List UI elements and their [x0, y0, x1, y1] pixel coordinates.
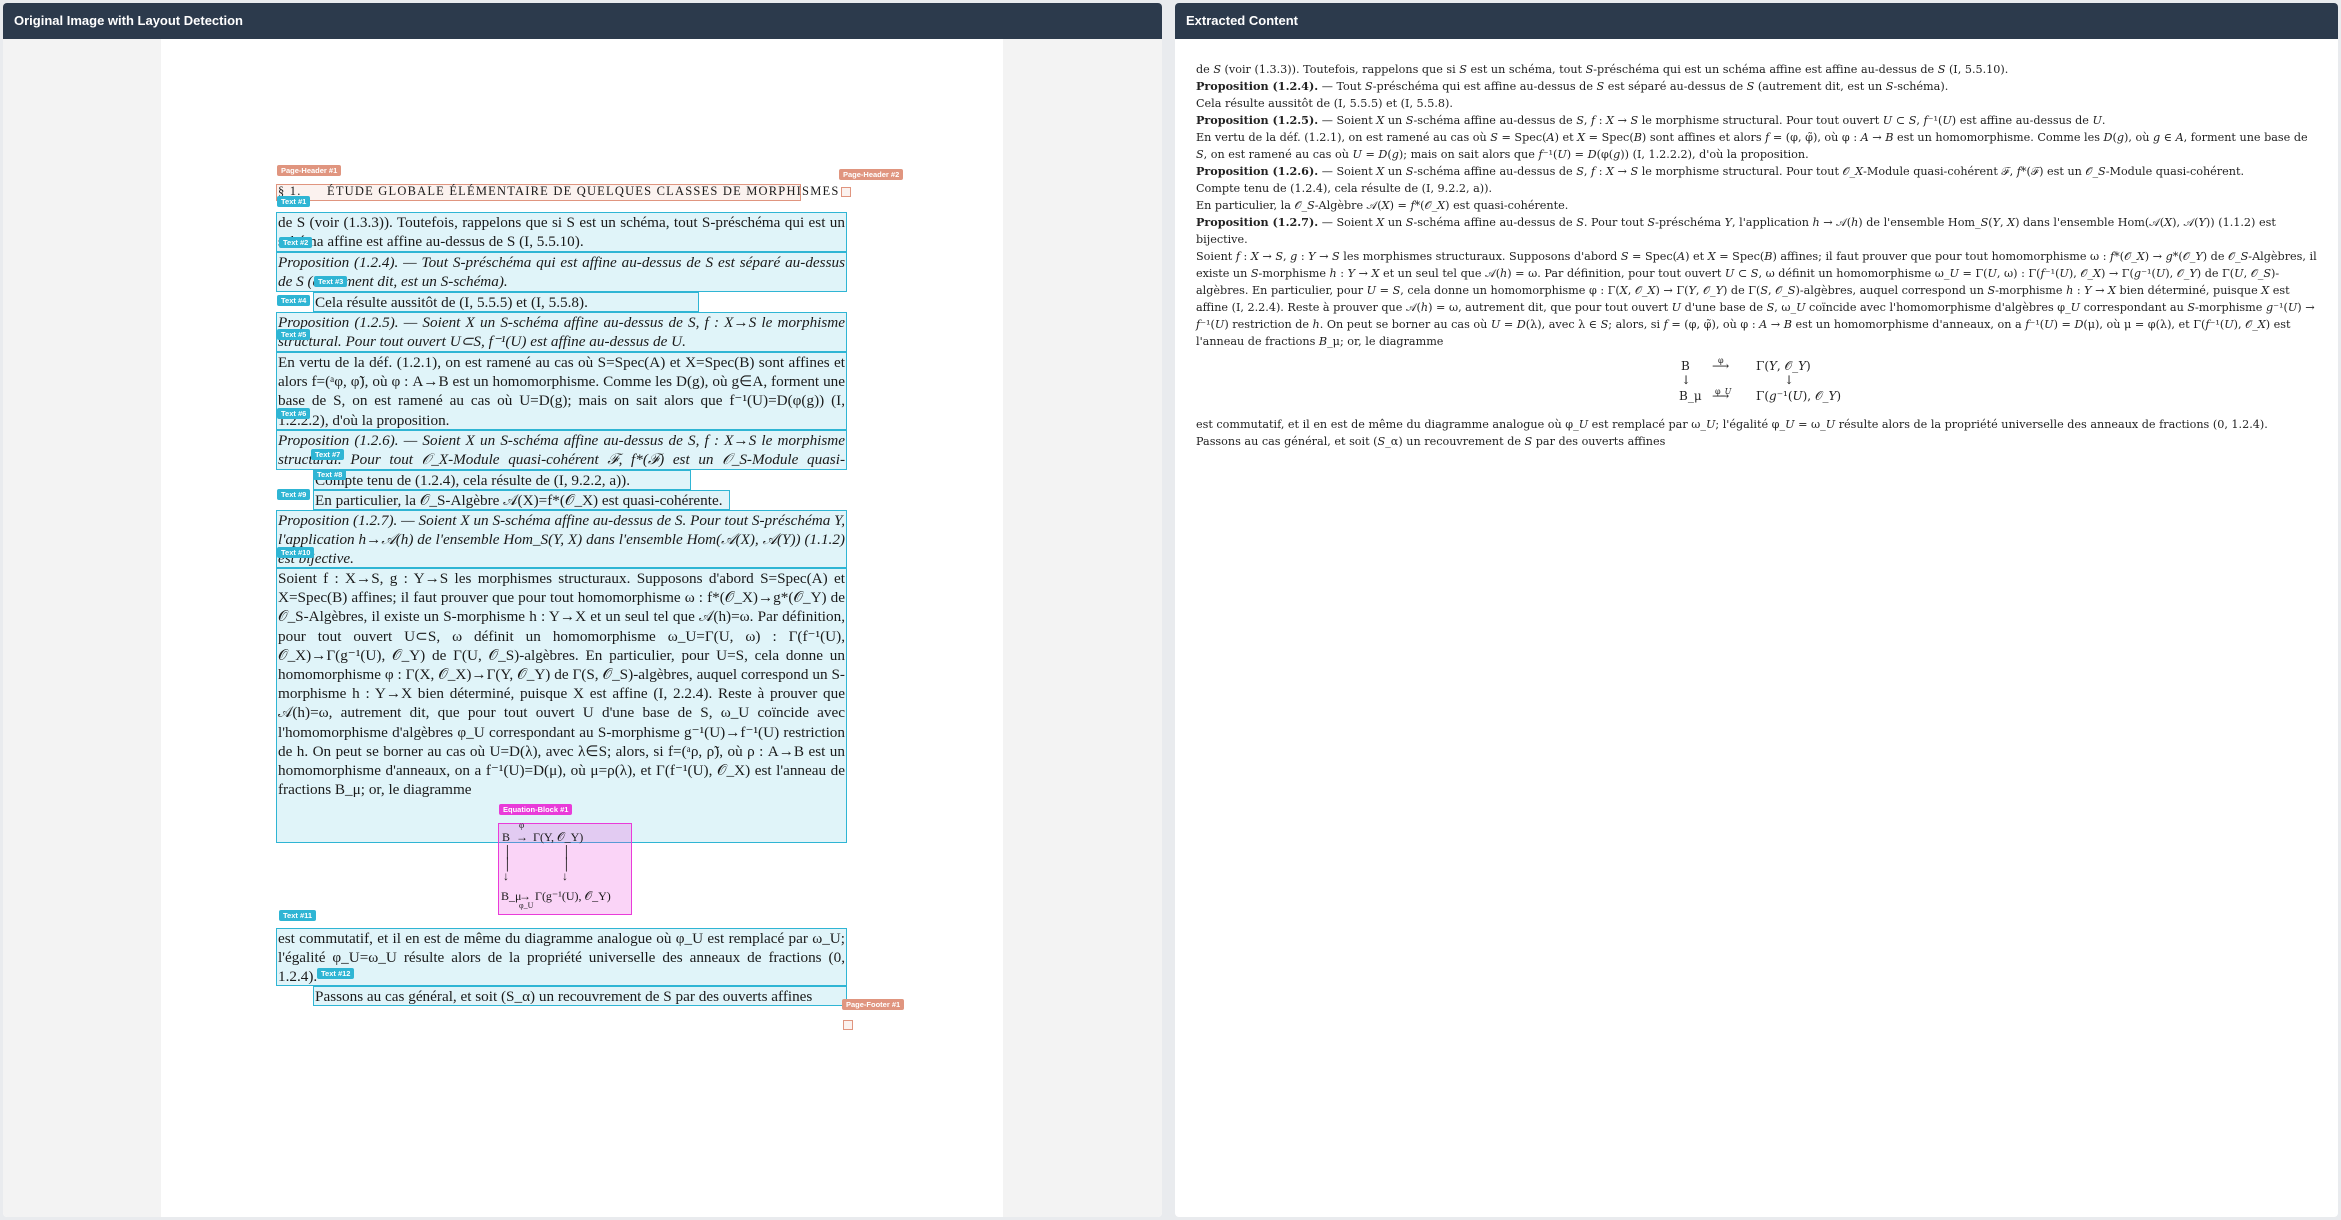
text-block-6[interactable]: Proposition (1.2.6). — Soient X un S-sch…	[276, 430, 847, 470]
page-footer-label: Page-Footer #1	[842, 999, 905, 1010]
diag-arrow-bottom: ⟶	[1712, 389, 1730, 403]
diag-node-gamma-g: Γ(𝑔⁻¹(𝑈), 𝒪_𝑌)	[1756, 389, 1842, 403]
document-page: Page-Header #1 § 1. ÉTUDE GLOBALE ÉLÉMEN…	[161, 39, 1003, 1217]
diag-arrow-left: ↓	[1681, 373, 1692, 387]
page-header-2-label: Page-Header #2	[839, 169, 904, 180]
text-11-label: Text #11	[279, 910, 317, 921]
text-6: Proposition (1.2.6). — Soient X un S-sch…	[278, 432, 845, 469]
text-9-label: Text #9	[277, 489, 311, 500]
text-2: Proposition (1.2.4). — Tout S-préschéma …	[278, 254, 845, 291]
text-8-label: Text #8	[313, 469, 347, 480]
text-8: En particulier, la 𝒪_S-Algèbre 𝒜(X)=f*(𝒪…	[315, 492, 723, 509]
diag-arrow-top: ⟶	[1712, 359, 1730, 373]
left-panel-title: Original Image with Layout Detection	[3, 3, 1162, 39]
text-block-9[interactable]: Proposition (1.2.7). — Soient X un S-sch…	[276, 510, 847, 568]
extracted-p6-text: — Soient 𝑋 un 𝑆-schéma affine au-dessus …	[1318, 165, 2244, 178]
extracted-p3: Cela résulte aussitôt de (I, 5.5.5) et (…	[1196, 97, 1453, 110]
extracted-p9-text: — Soient 𝑋 un 𝑆-schéma affine au-dessus …	[1196, 216, 2276, 246]
text-11: est commutatif, et il en est de même du …	[278, 930, 845, 986]
eq-arrow-left: │ │ ↓	[503, 845, 512, 883]
extracted-p2-label: Proposition (1.2.4).	[1196, 79, 1319, 93]
extracted-p1: de 𝑆 (voir (1.3.3)). Toutefois, rappelon…	[1196, 63, 2009, 76]
text-3-label: Text #3	[314, 276, 348, 287]
page-footer-box[interactable]	[843, 1020, 853, 1030]
text-7: Compte tenu de (1.2.4), cela résulte de …	[315, 472, 631, 489]
text-block-2[interactable]: Proposition (1.2.4). — Tout S-préschéma …	[276, 252, 847, 292]
text-5: En vertu de la déf. (1.2.1), on est rame…	[278, 354, 845, 429]
text-10-label: Text #10	[277, 547, 315, 558]
text-4: Proposition (1.2.5). — Soient X un S-sch…	[278, 314, 845, 351]
eq-arrow-right: │ │ ↓	[562, 845, 571, 883]
text-9: Proposition (1.2.7). — Soient X un S-sch…	[278, 512, 845, 568]
extracted-p10: Soient 𝑓 : 𝑋 → 𝑆, 𝑔 : 𝑌 → 𝑆 les morphism…	[1196, 250, 2317, 348]
page-header-title: ÉTUDE GLOBALE ÉLÉMENTAIRE DE QUELQUES CL…	[327, 184, 840, 198]
extracted-p5: En vertu de la déf. (1.2.1), on est rame…	[1196, 131, 2308, 161]
eq-node-gamma-y: Γ(Y, 𝒪_Y)	[533, 830, 584, 844]
text-12-label: Text #12	[317, 968, 355, 979]
text-block-3[interactable]: Cela résulte aussitôt de (I, 5.5.5) et (…	[313, 292, 699, 312]
extracted-p4-label: Proposition (1.2.5).	[1196, 113, 1319, 127]
text-7-label: Text #7	[311, 449, 345, 460]
extracted-p7: Compte tenu de (1.2.4), cela résulte de …	[1196, 182, 1493, 195]
extracted-p8: En particulier, la 𝒪_𝑆-Algèbre 𝒜(𝑋) = 𝑓*…	[1196, 199, 1569, 212]
text-6-label: Text #6	[277, 408, 311, 419]
extracted-p4: Proposition (1.2.5). — Soient 𝑋 un 𝑆-sch…	[1196, 112, 2317, 129]
text-block-10[interactable]: Soient f : X→S, g : Y→S les morphismes s…	[276, 568, 847, 843]
equation-block-1-label: Equation-Block #1	[499, 804, 573, 815]
text-5-label: Text #5	[277, 329, 311, 340]
page-header-label: Page-Header #1	[277, 165, 342, 176]
eq-node-gamma-g: Γ(g⁻¹(U), 𝒪_Y)	[535, 889, 611, 903]
extracted-p9-label: Proposition (1.2.7).	[1196, 215, 1319, 229]
right-panel-title: Extracted Content	[1175, 3, 2338, 39]
extracted-p12: Passons au cas général, et soit (𝑆_α) un…	[1196, 435, 1666, 448]
extracted-content-panel: Extracted Content de 𝑆 (voir (1.3.3)). T…	[1175, 3, 2338, 1217]
text-2-label: Text #2	[279, 237, 313, 248]
text-12: Passons au cas général, et soit (S_α) un…	[315, 988, 813, 1005]
extracted-diagram: B φ ⟶ Γ(𝑌, 𝒪_𝑌) ↓ ↓ B_μ φ_𝑈 ⟶ Γ(𝑔⁻¹(𝑈), …	[1196, 354, 2317, 412]
extracted-p4-text: — Soient 𝑋 un 𝑆-schéma affine au-dessus …	[1318, 114, 2106, 127]
eq-arrow-top: →	[516, 830, 528, 844]
text-1: de S (voir (1.3.3)). Toutefois, rappelon…	[278, 214, 845, 251]
layout-detection-panel: Original Image with Layout Detection Pag…	[3, 3, 1162, 1217]
text-block-8[interactable]: En particulier, la 𝒪_S-Algèbre 𝒜(X)=f*(𝒪…	[313, 490, 730, 510]
extracted-p11: est commutatif, et il en est de même du …	[1196, 418, 2268, 431]
text-block-11[interactable]: est commutatif, et il en est de même du …	[276, 928, 847, 986]
diag-node-b-mu: B_μ	[1679, 389, 1702, 403]
text-1-label: Text #1	[277, 196, 311, 207]
extracted-p2-text: — Tout 𝑆-préschéma qui est affine au-des…	[1318, 80, 1949, 93]
image-viewer[interactable]: Page-Header #1 § 1. ÉTUDE GLOBALE ÉLÉMEN…	[3, 39, 1162, 1217]
text-3: Cela résulte aussitôt de (I, 5.5.5) et (…	[315, 294, 588, 311]
equation-block-1[interactable]: B → φ Γ(Y, 𝒪_Y) │ │ ↓ │ │ ↓ B_μ → φ_U Γ(g⁻¹(…	[498, 820, 632, 915]
diag-arrow-right: ↓	[1784, 373, 1795, 387]
eq-label-phi: φ	[519, 820, 525, 830]
text-4-label: Text #4	[277, 295, 311, 306]
text-10: Soient f : X→S, g : Y→S les morphismes s…	[278, 570, 845, 799]
page-header-2-box[interactable]	[841, 187, 851, 197]
eq-label-phi-u: φ_U	[519, 901, 534, 910]
text-block-4[interactable]: Proposition (1.2.5). — Soient X un S-sch…	[276, 312, 847, 352]
extracted-p2: Proposition (1.2.4). — Tout 𝑆-préschéma …	[1196, 78, 2317, 95]
extracted-p6: Proposition (1.2.6). — Soient 𝑋 un 𝑆-sch…	[1196, 163, 2317, 180]
text-block-5[interactable]: En vertu de la déf. (1.2.1), on est rame…	[276, 352, 847, 430]
extracted-content-body[interactable]: de 𝑆 (voir (1.3.3)). Toutefois, rappelon…	[1175, 39, 2338, 450]
text-block-12[interactable]: Passons au cas général, et soit (S_α) un…	[313, 986, 847, 1006]
text-block-7[interactable]: Compte tenu de (1.2.4), cela résulte de …	[313, 470, 691, 490]
extracted-p6-label: Proposition (1.2.6).	[1196, 164, 1319, 178]
text-block-1[interactable]: de S (voir (1.3.3)). Toutefois, rappelon…	[276, 212, 847, 252]
eq-node-b: B	[502, 830, 511, 844]
extracted-p9: Proposition (1.2.7). — Soient 𝑋 un 𝑆-sch…	[1196, 214, 2317, 248]
